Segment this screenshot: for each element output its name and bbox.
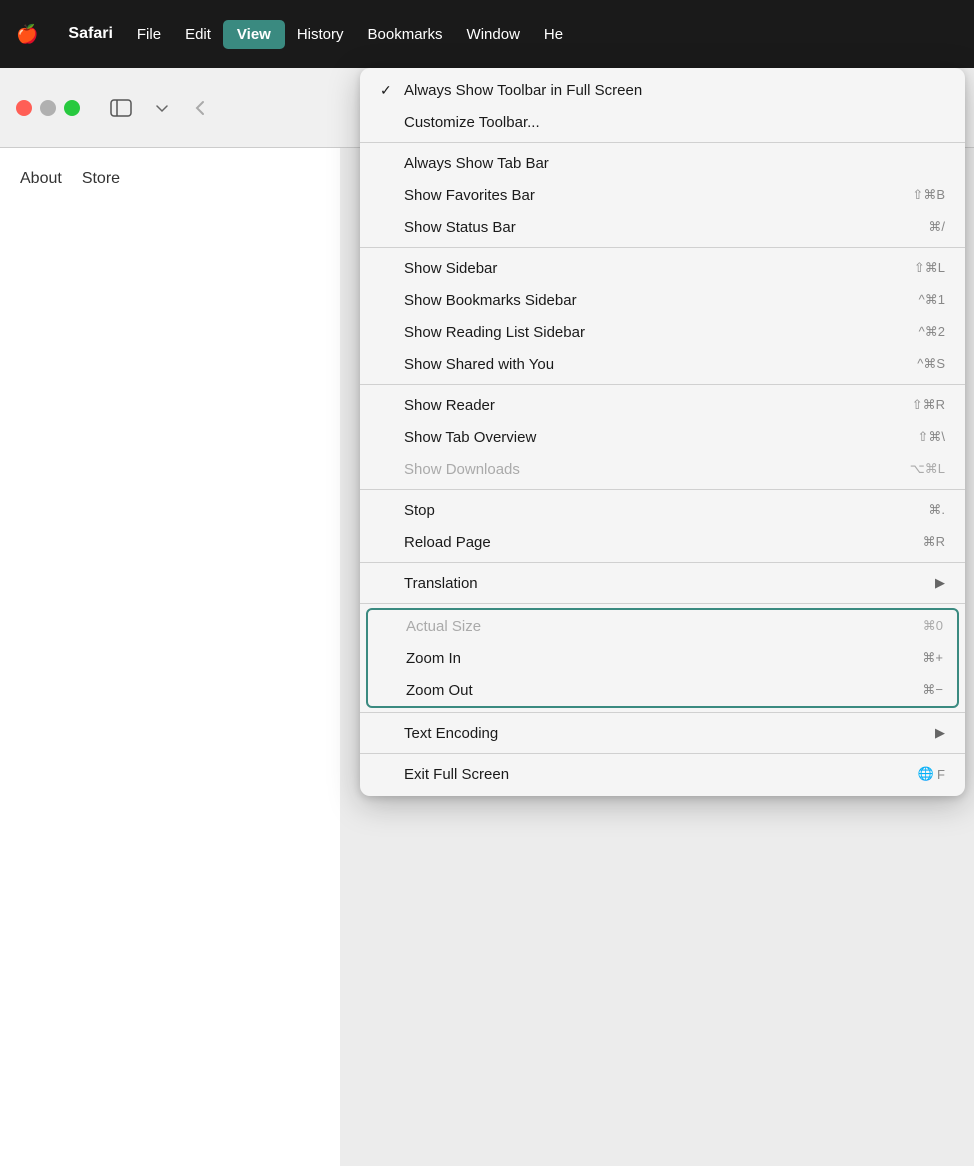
menu-bookmarks[interactable]: Bookmarks bbox=[356, 22, 455, 47]
menubar: 🍎 Safari File Edit View History Bookmark… bbox=[0, 0, 974, 68]
zoom-section: Actual Size ⌘0 Zoom In ⌘+ Zoom Out ⌘− bbox=[366, 608, 959, 708]
menu-item-show-reading-list-sidebar[interactable]: Show Reading List Sidebar ^⌘2 bbox=[360, 316, 965, 348]
menu-item-show-tab-overview[interactable]: Show Tab Overview ⇧⌘\ bbox=[360, 421, 965, 453]
page-nav-about[interactable]: About bbox=[20, 170, 62, 188]
menu-history[interactable]: History bbox=[285, 22, 356, 47]
chevron-down-button[interactable] bbox=[150, 96, 174, 120]
separator-5 bbox=[360, 562, 965, 563]
separator-2 bbox=[360, 247, 965, 248]
menu-item-show-shared-with-you[interactable]: Show Shared with You ^⌘S bbox=[360, 348, 965, 380]
traffic-lights bbox=[16, 100, 80, 116]
separator-7 bbox=[360, 712, 965, 713]
sidebar-toggle-button[interactable] bbox=[104, 94, 138, 122]
page-nav-store[interactable]: Store bbox=[82, 170, 120, 188]
menu-item-show-downloads: Show Downloads ⌥⌘L bbox=[360, 453, 965, 485]
menu-view[interactable]: View bbox=[223, 20, 285, 49]
separator-4 bbox=[360, 489, 965, 490]
menu-item-show-favorites-bar[interactable]: Show Favorites Bar ⇧⌘B bbox=[360, 179, 965, 211]
menu-item-stop[interactable]: Stop ⌘. bbox=[360, 494, 965, 526]
menu-item-show-sidebar[interactable]: Show Sidebar ⇧⌘L bbox=[360, 252, 965, 284]
menu-file[interactable]: File bbox=[125, 22, 173, 47]
globe-icon: 🌐 bbox=[918, 766, 934, 782]
menu-item-zoom-out[interactable]: Zoom Out ⌘− bbox=[368, 674, 957, 706]
close-button[interactable] bbox=[16, 100, 32, 116]
menu-item-customize-toolbar[interactable]: Customize Toolbar... bbox=[360, 106, 965, 138]
menu-item-show-status-bar[interactable]: Show Status Bar ⌘/ bbox=[360, 211, 965, 243]
menu-help[interactable]: He bbox=[532, 22, 575, 47]
back-button[interactable] bbox=[186, 94, 214, 122]
menu-edit[interactable]: Edit bbox=[173, 22, 223, 47]
menu-window[interactable]: Window bbox=[455, 22, 532, 47]
apple-menu[interactable]: 🍎 bbox=[16, 24, 38, 45]
menu-item-reload-page[interactable]: Reload Page ⌘R bbox=[360, 526, 965, 558]
menu-item-show-bookmarks-sidebar[interactable]: Show Bookmarks Sidebar ^⌘1 bbox=[360, 284, 965, 316]
submenu-arrow-icon: ▶ bbox=[935, 575, 945, 591]
view-dropdown-menu: ✓ Always Show Toolbar in Full Screen Cus… bbox=[360, 68, 965, 796]
menu-item-actual-size: Actual Size ⌘0 bbox=[368, 610, 957, 642]
menu-safari[interactable]: Safari bbox=[56, 21, 124, 47]
fullscreen-button[interactable] bbox=[64, 100, 80, 116]
menu-item-show-reader[interactable]: Show Reader ⇧⌘R bbox=[360, 389, 965, 421]
menu-item-zoom-in[interactable]: Zoom In ⌘+ bbox=[368, 642, 957, 674]
checkmark-icon: ✓ bbox=[380, 82, 396, 99]
submenu-text-encoding-arrow-icon: ▶ bbox=[935, 725, 945, 741]
menu-item-text-encoding[interactable]: Text Encoding ▶ bbox=[360, 717, 965, 749]
menu-item-always-show-toolbar[interactable]: ✓ Always Show Toolbar in Full Screen bbox=[360, 74, 965, 106]
separator-3 bbox=[360, 384, 965, 385]
separator-6 bbox=[360, 603, 965, 604]
minimize-button[interactable] bbox=[40, 100, 56, 116]
menu-item-always-show-tab-bar[interactable]: Always Show Tab Bar bbox=[360, 147, 965, 179]
menu-item-exit-full-screen[interactable]: Exit Full Screen 🌐 F bbox=[360, 758, 965, 790]
separator-1 bbox=[360, 142, 965, 143]
separator-8 bbox=[360, 753, 965, 754]
menu-item-translation[interactable]: Translation ▶ bbox=[360, 567, 965, 599]
page-content: About Store bbox=[0, 148, 340, 1166]
